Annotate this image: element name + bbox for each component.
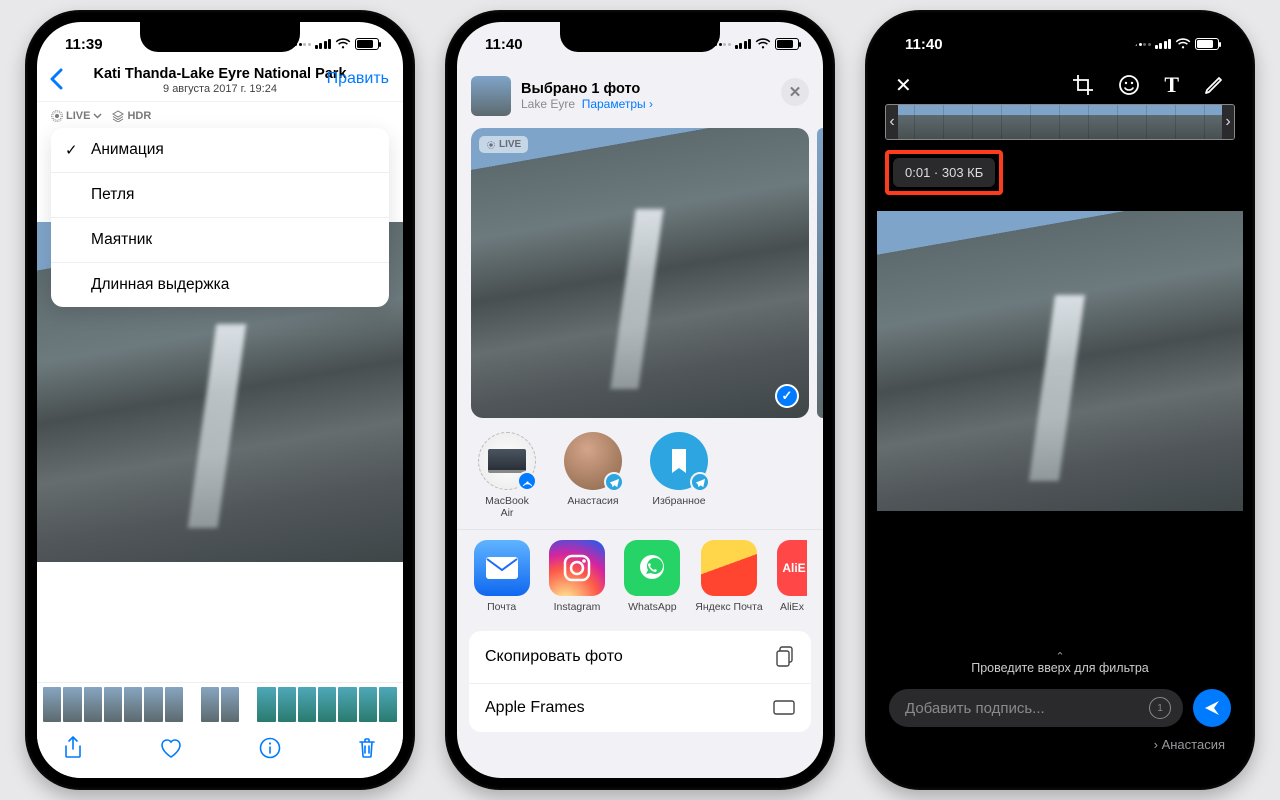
- notch: [140, 22, 300, 52]
- caption-input[interactable]: Добавить подпись... 1: [889, 689, 1183, 727]
- favorite-button[interactable]: [159, 737, 183, 759]
- app-instagram[interactable]: Instagram: [548, 540, 605, 613]
- text-button[interactable]: T: [1164, 72, 1179, 98]
- whatsapp-icon: [635, 551, 669, 585]
- editor-toolbar: ✕ T: [877, 66, 1243, 102]
- sticker-button[interactable]: [1118, 74, 1140, 96]
- action-apple-frames[interactable]: Apple Frames: [469, 684, 811, 732]
- notch: [980, 22, 1140, 52]
- send-icon: [1203, 699, 1221, 717]
- app-aliexpress[interactable]: AliE AliEx: [777, 540, 807, 613]
- mail-icon: [485, 556, 519, 580]
- trash-button[interactable]: [357, 736, 377, 760]
- battery-icon: [775, 38, 799, 50]
- hdr-stack-icon: [112, 110, 124, 122]
- app-mail[interactable]: Почта: [473, 540, 530, 613]
- phone-photos-app: 11:39 Kati Thanda-Lake Eyre National Par…: [25, 10, 415, 790]
- bookmark-icon: [667, 447, 691, 475]
- trim-handle-left[interactable]: ‹: [886, 105, 898, 139]
- share-target-label: Анастасия: [567, 495, 618, 507]
- share-target-label: Избранное: [652, 495, 705, 507]
- media-preview[interactable]: [877, 211, 1243, 511]
- filter-swipe-hint: Проведите вверх для фильтра: [889, 646, 1231, 679]
- wifi-icon: [1175, 38, 1191, 50]
- telegram-icon: [604, 472, 624, 492]
- battery-icon: [1195, 38, 1219, 50]
- live-effect-menu: Анимация Петля Маятник Длинная выдержка: [51, 128, 389, 307]
- app-yandex-mail[interactable]: Яндекс Почта: [699, 540, 759, 613]
- phone-share-sheet: 11:40 Выбрано 1 фото Lake Eyre Параметры…: [445, 10, 835, 790]
- back-button[interactable]: [49, 68, 63, 90]
- airdrop-contacts-row: MacBook Air Анастасия Избранное: [457, 418, 823, 529]
- edit-button[interactable]: Править: [327, 70, 389, 88]
- live-badge: LIVE: [479, 136, 528, 153]
- wifi-icon: [335, 38, 351, 50]
- annotation-highlight: 0:01 · 303 КБ: [885, 150, 1003, 195]
- caption-placeholder: Добавить подпись...: [905, 700, 1045, 717]
- app-label: AliEx: [780, 601, 804, 613]
- draw-button[interactable]: [1203, 74, 1225, 96]
- next-photo-peek[interactable]: [817, 128, 823, 418]
- share-target-saved[interactable]: Избранное: [645, 432, 713, 519]
- wifi-icon: [755, 38, 771, 50]
- sheet-title: Выбрано 1 фото: [521, 81, 653, 97]
- photo-header: Kati Thanda-Lake Eyre National Park 9 ав…: [37, 66, 403, 101]
- telegram-icon: [690, 472, 710, 492]
- info-button[interactable]: [259, 737, 281, 759]
- status-time: 11:39: [65, 36, 103, 53]
- menu-item-animation[interactable]: Анимация: [51, 128, 389, 173]
- photo-filmstrip[interactable]: [37, 682, 403, 726]
- close-button[interactable]: ✕: [895, 73, 912, 98]
- app-label: Почта: [487, 601, 516, 613]
- cellular-icon: [735, 39, 752, 49]
- app-label: WhatsApp: [628, 601, 676, 613]
- hdr-badge: HDR: [112, 110, 151, 122]
- trim-handle-right[interactable]: ›: [1222, 105, 1234, 139]
- battery-icon: [355, 38, 379, 50]
- cellular-icon: [1155, 39, 1172, 49]
- instagram-icon: [561, 552, 593, 584]
- selection-checkmark[interactable]: ✓: [775, 384, 799, 408]
- menu-item-bounce[interactable]: Маятник: [51, 218, 389, 263]
- share-button[interactable]: [63, 736, 83, 760]
- view-once-toggle[interactable]: 1: [1149, 697, 1171, 719]
- photo-toolbar: [37, 726, 403, 778]
- live-icon: [51, 110, 63, 122]
- airdrop-icon: [517, 471, 537, 491]
- app-label: Instagram: [554, 601, 601, 613]
- menu-item-long-exposure[interactable]: Длинная выдержка: [51, 263, 389, 307]
- share-target-label: MacBook Air: [485, 495, 529, 519]
- close-button[interactable]: ✕: [781, 78, 809, 106]
- cellular-icon: [315, 39, 332, 49]
- photo-badges-row: LIVE HDR: [37, 101, 403, 128]
- share-target-contact[interactable]: Анастасия: [559, 432, 627, 519]
- share-target-macbook[interactable]: MacBook Air: [473, 432, 541, 519]
- share-actions-list: Скопировать фото Apple Frames: [469, 631, 811, 732]
- apps-row: Почта Instagram WhatsApp Яндекс Почта: [457, 529, 823, 621]
- menu-item-loop[interactable]: Петля: [51, 173, 389, 218]
- crop-button[interactable]: [1072, 74, 1094, 96]
- status-time: 11:40: [485, 36, 523, 53]
- video-timeline[interactable]: ‹ ›: [885, 104, 1235, 140]
- options-link[interactable]: Параметры ›: [582, 97, 653, 111]
- app-whatsapp[interactable]: WhatsApp: [624, 540, 681, 613]
- frame-icon: [773, 700, 795, 716]
- share-sheet-header: Выбрано 1 фото Lake Eyre Параметры › ✕: [457, 66, 823, 128]
- copy-icon: [775, 646, 795, 668]
- app-label: Яндекс Почта: [695, 601, 762, 613]
- duration-size-badge: 0:01 · 303 КБ: [893, 158, 995, 187]
- phone-telegram-editor: 11:40 ✕ T ‹ › 0:01 · 303 КБ: [865, 10, 1255, 790]
- sheet-subtitle: Lake Eyre Параметры ›: [521, 97, 653, 111]
- live-icon: [486, 140, 496, 150]
- notch: [560, 22, 720, 52]
- recipient-label[interactable]: › Анастасия: [889, 737, 1231, 752]
- status-time: 11:40: [905, 36, 943, 53]
- live-photo-dropdown[interactable]: LIVE: [51, 110, 102, 122]
- header-thumbnail: [471, 76, 511, 116]
- send-button[interactable]: [1193, 689, 1231, 727]
- selected-photo-preview[interactable]: LIVE ✓: [471, 128, 809, 418]
- action-copy-photo[interactable]: Скопировать фото: [469, 631, 811, 684]
- chevron-down-icon: [93, 113, 102, 119]
